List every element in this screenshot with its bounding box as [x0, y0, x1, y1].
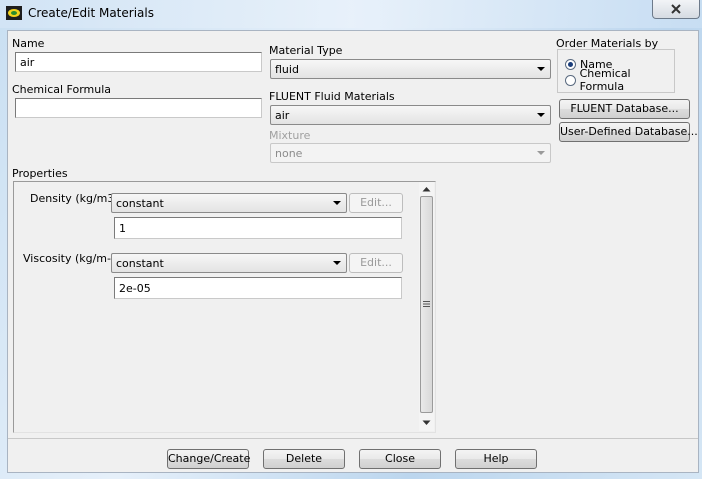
title-bar[interactable]: Create/Edit Materials	[0, 0, 702, 28]
window-title: Create/Edit Materials	[28, 6, 154, 20]
help-button[interactable]: Help	[455, 449, 537, 469]
user-defined-database-button[interactable]: User-Defined Database...	[559, 122, 698, 142]
fluent-app-icon	[6, 6, 22, 20]
scroll-up-arrow-icon[interactable]	[422, 186, 431, 192]
fluent-fluid-materials-dropdown[interactable]: air	[270, 105, 551, 125]
create-edit-materials-window: Create/Edit Materials Name Chemical Form…	[0, 0, 702, 479]
order-materials-by-group: Name Chemical Formula	[557, 49, 675, 93]
radio-unselected-icon	[565, 74, 576, 86]
density-value-input[interactable]	[114, 217, 402, 239]
density-method-value: constant	[116, 197, 164, 210]
viscosity-label: Viscosity (kg/m-s)	[23, 252, 122, 265]
scroll-down-arrow-icon[interactable]	[422, 420, 431, 426]
fluent-fluid-materials-value: air	[275, 109, 290, 122]
density-edit-button: Edit...	[349, 193, 403, 213]
chevron-down-icon	[537, 113, 545, 117]
grip-icon	[423, 301, 430, 307]
viscosity-method-dropdown[interactable]: constant	[111, 253, 347, 273]
viscosity-method-value: constant	[116, 257, 164, 270]
chevron-down-icon	[333, 261, 341, 265]
change-create-button[interactable]: Change/Create	[167, 449, 250, 469]
density-method-dropdown[interactable]: constant	[111, 193, 347, 213]
dialog-body: Name Chemical Formula Material Type flui…	[7, 30, 699, 473]
fluent-fluid-materials-label: FLUENT Fluid Materials	[269, 90, 395, 103]
chemical-formula-label: Chemical Formula	[12, 83, 112, 96]
properties-scrollbar[interactable]	[419, 182, 434, 431]
material-type-value: fluid	[275, 63, 299, 76]
mixture-value: none	[275, 147, 303, 160]
radio-selected-icon	[565, 58, 576, 70]
density-label: Density (kg/m3)	[30, 192, 119, 205]
delete-button[interactable]: Delete	[263, 449, 345, 469]
close-icon	[671, 4, 681, 14]
fluent-database-button[interactable]: FLUENT Database...	[559, 99, 690, 119]
properties-panel: Density (kg/m3) constant Edit... Viscosi…	[13, 181, 436, 433]
name-input[interactable]	[15, 52, 262, 72]
mixture-label: Mixture	[269, 129, 311, 142]
material-type-dropdown[interactable]: fluid	[270, 59, 551, 79]
scrollbar-thumb[interactable]	[420, 196, 433, 413]
footer-separator	[8, 438, 698, 439]
name-label: Name	[12, 37, 45, 50]
chemical-formula-input[interactable]	[15, 98, 262, 118]
mixture-dropdown: none	[270, 143, 551, 163]
order-by-chemical-formula-option[interactable]: Chemical Formula	[565, 67, 674, 93]
chevron-down-icon	[537, 67, 545, 71]
material-type-label: Material Type	[269, 44, 343, 57]
chevron-down-icon	[333, 201, 341, 205]
properties-label: Properties	[12, 167, 68, 180]
viscosity-edit-button: Edit...	[349, 253, 403, 273]
window-close-button[interactable]	[652, 0, 700, 19]
viscosity-value-input[interactable]	[114, 277, 402, 299]
chevron-down-icon	[537, 151, 545, 155]
close-button[interactable]: Close	[359, 449, 441, 469]
order-by-chemical-formula-label: Chemical Formula	[579, 67, 631, 93]
